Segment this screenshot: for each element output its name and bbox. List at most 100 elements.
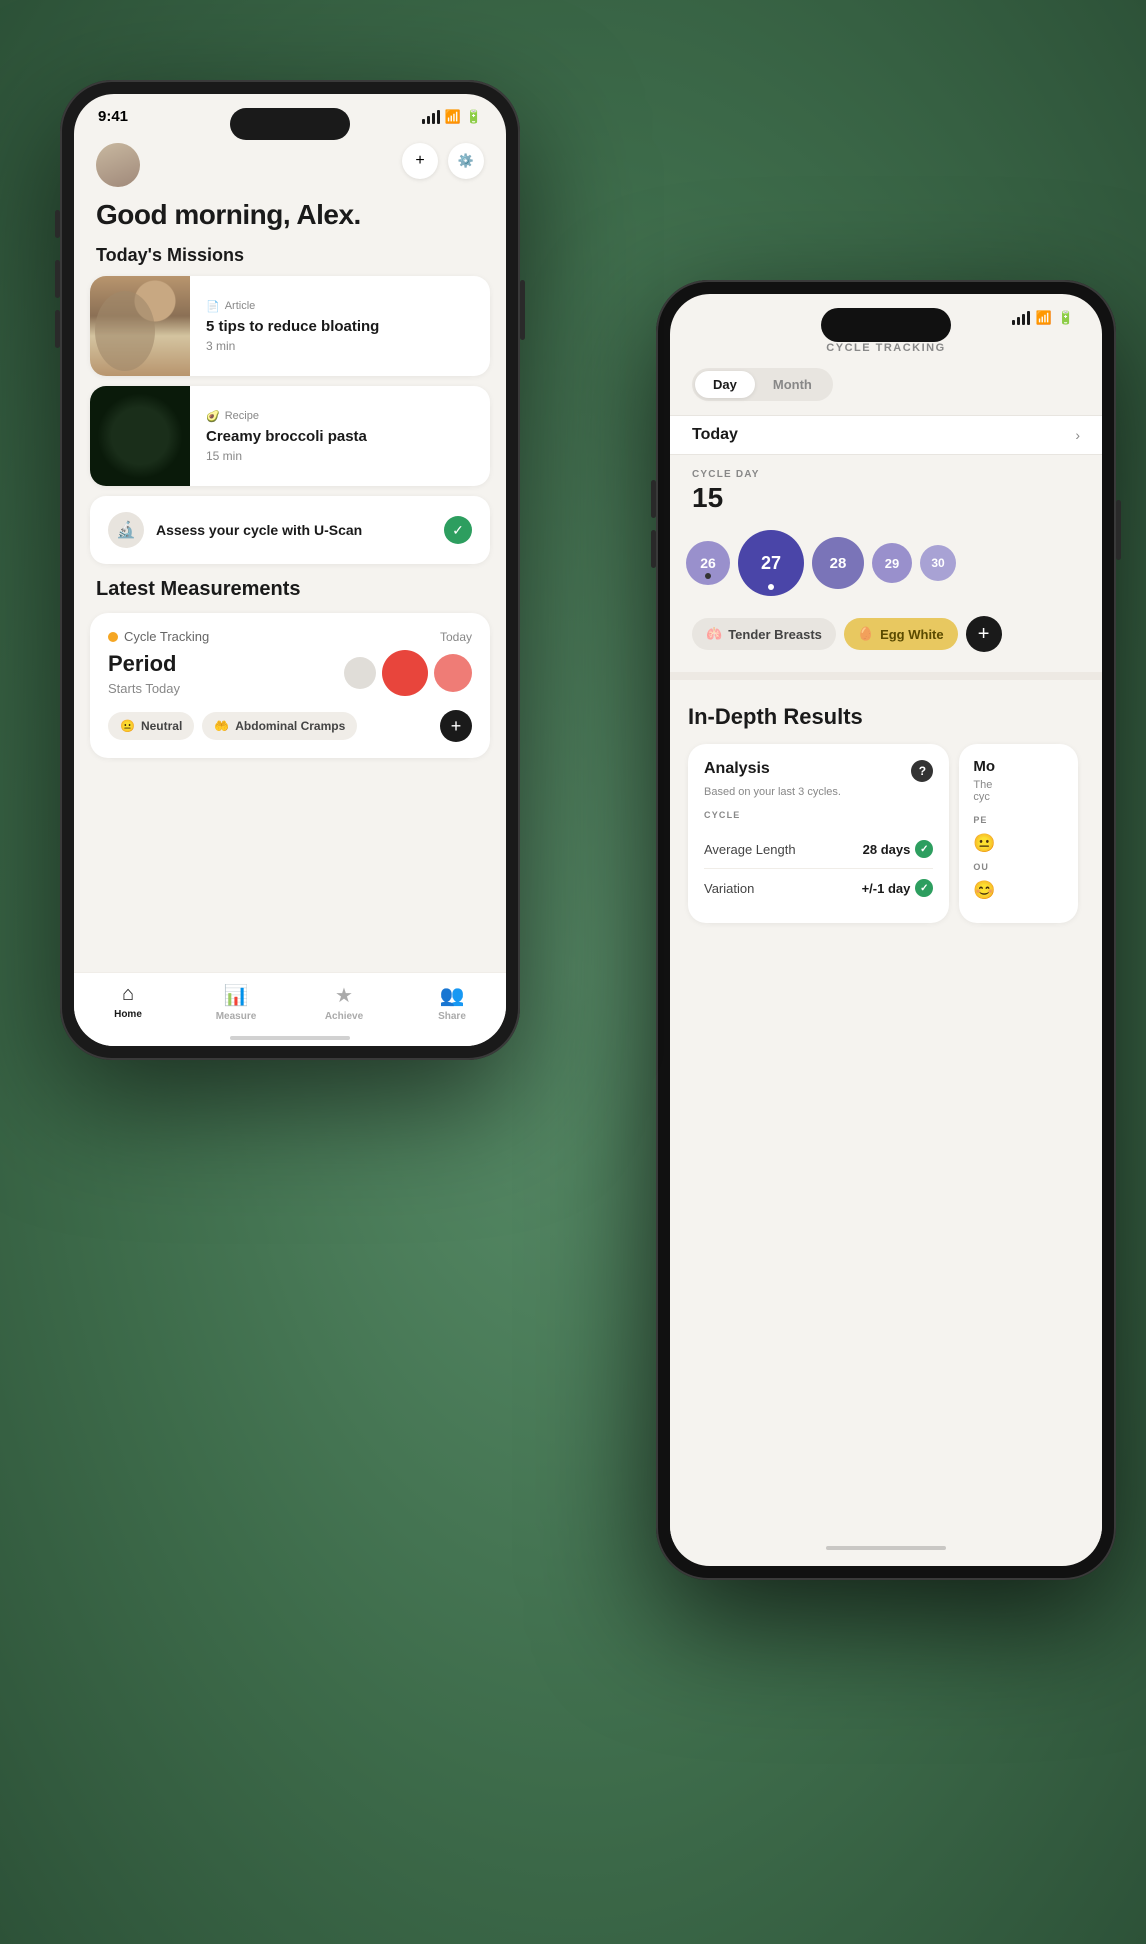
avg-length-check: ✓ (915, 840, 933, 858)
period-row: Period Starts Today (108, 650, 472, 696)
article-title: 5 tips to reduce bloating (206, 318, 379, 335)
ou-label: OU (973, 862, 1064, 872)
avg-length-value: 28 days ✓ (863, 840, 934, 858)
calendar-row: 26 27 28 29 30 (670, 524, 1102, 612)
mission-card-article[interactable]: 📄 Article 5 tips to reduce bloating 3 mi… (90, 276, 490, 376)
phone-2: 📶 🔋 CYCLE TRACKING Day Month Today › (656, 280, 1116, 1580)
results-title: In-Depth Results (688, 704, 1084, 730)
cal-dot-30-num: 30 (931, 556, 944, 570)
mission-info-article: 📄 Article 5 tips to reduce bloating 3 mi… (190, 276, 395, 376)
today-row[interactable]: Today › (670, 415, 1102, 455)
nav-measure[interactable]: 📊 Measure (182, 983, 290, 1022)
period-label-col: Period Starts Today (108, 651, 180, 696)
cramps-label: Abdominal Cramps (235, 719, 345, 733)
p2-wifi-icon: 📶 (1036, 310, 1052, 326)
day-month-toggle: Day Month (692, 368, 833, 401)
cal-dot-30[interactable]: 30 (920, 545, 956, 581)
uscan-card[interactable]: 🔬 Assess your cycle with U-Scan ✓ (90, 496, 490, 564)
side-card-title: Mo (973, 758, 1064, 775)
wifi-icon: 📶 (445, 109, 461, 125)
symptom-neutral[interactable]: 😐 Neutral (108, 712, 194, 740)
measurement-card[interactable]: Cycle Tracking Today Period Starts Today (90, 613, 490, 758)
bottom-nav: ⌂ Home 📊 Measure ★ Achieve 👥 Share (74, 972, 506, 1046)
phone2-power[interactable] (1116, 500, 1121, 560)
period-dots (344, 650, 472, 696)
nav-share[interactable]: 👥 Share (398, 983, 506, 1022)
avg-length-num: 28 days (863, 842, 911, 857)
period-label: Period (108, 651, 180, 677)
avatar[interactable] (96, 143, 140, 187)
phone-1-screen: 9:41 📶 🔋 + (74, 94, 506, 1046)
mute-btn[interactable] (55, 210, 60, 238)
day-toggle-btn[interactable]: Day (695, 371, 755, 398)
symptom-egg-white[interactable]: 🥚 Egg White (844, 618, 958, 650)
variation-label: Variation (704, 881, 754, 896)
nav-home[interactable]: ⌂ Home (74, 983, 182, 1022)
section-divider (670, 672, 1102, 680)
p2-signal-icon (1012, 311, 1030, 325)
period-dot-gray (344, 657, 376, 689)
results-section: In-Depth Results Analysis ? Based on you… (670, 684, 1102, 1542)
recipe-type-label: 🥑 Recipe (206, 410, 367, 423)
signal-icon (422, 110, 440, 124)
achieve-icon: ★ (335, 983, 353, 1008)
symptom-tender-breasts[interactable]: 🫁 Tender Breasts (692, 618, 836, 650)
today-text: Today (692, 426, 738, 444)
home-icon: ⌂ (122, 983, 134, 1006)
cycle-tracking-label: Cycle Tracking (108, 629, 209, 644)
uscan-check: ✓ (444, 516, 472, 544)
p2-status-icons: 📶 🔋 (1012, 310, 1074, 326)
achieve-label: Achieve (325, 1011, 363, 1022)
chevron-right-icon: › (1075, 427, 1080, 443)
status-icons: 📶 🔋 (422, 109, 482, 125)
greeting-text: Good morning, Alex. (74, 187, 506, 239)
orange-dot (108, 632, 118, 642)
add-symptom-btn[interactable]: + (440, 710, 472, 742)
cal-dot-28[interactable]: 28 (812, 537, 864, 589)
today-link[interactable]: Today (440, 630, 472, 644)
nav-achieve[interactable]: ★ Achieve (290, 983, 398, 1022)
recipe-title: Creamy broccoli pasta (206, 428, 367, 445)
vol-down-btn[interactable] (55, 310, 60, 348)
status-time: 9:41 (98, 108, 128, 125)
cycle-day-section: CYCLE DAY 15 (670, 455, 1102, 524)
results-cards-row: Analysis ? Based on your last 3 cycles. … (688, 744, 1084, 923)
vol-up-btn[interactable] (55, 260, 60, 298)
period-dot-red-small (434, 654, 472, 692)
ou-icon-1: 😊 (973, 880, 995, 900)
app-header: + ⚙️ (74, 133, 506, 187)
mission-card-recipe[interactable]: 🥑 Recipe Creamy broccoli pasta 15 min (90, 386, 490, 486)
cal-dot-26[interactable]: 26 (686, 541, 730, 585)
recipe-duration: 15 min (206, 449, 367, 463)
starts-today-text: Starts Today (108, 681, 180, 696)
mission-type-label: 📄 Article (206, 300, 379, 313)
add-symptom-btn-2[interactable]: + (966, 616, 1002, 652)
uscan-icon: 🔬 (108, 512, 144, 548)
symptom-cramps[interactable]: 🤲 Abdominal Cramps (202, 712, 357, 740)
stat-row-avg-length: Average Length 28 days ✓ (704, 830, 933, 869)
phone2-vol-up[interactable] (651, 480, 656, 518)
cal-dot-29[interactable]: 29 (872, 543, 912, 583)
cal-dot-28-num: 28 (830, 555, 847, 572)
analysis-title: Analysis (704, 760, 770, 778)
analysis-card: Analysis ? Based on your last 3 cycles. … (688, 744, 949, 923)
variation-num: +/-1 day (862, 881, 911, 896)
symptom-pills-row: 🫁 Tender Breasts 🥚 Egg White + (670, 612, 1102, 668)
uscan-text: Assess your cycle with U-Scan (156, 522, 362, 538)
neutral-label: Neutral (141, 719, 182, 733)
question-btn[interactable]: ? (911, 760, 933, 782)
dynamic-island-1 (230, 108, 350, 140)
phone2-vol-down[interactable] (651, 530, 656, 568)
measure-label: Measure (216, 1011, 257, 1022)
settings-button[interactable]: ⚙️ (448, 143, 484, 179)
phone-1: 9:41 📶 🔋 + (60, 80, 520, 1060)
period-dot-red-large (382, 650, 428, 696)
power-btn[interactable] (520, 280, 525, 340)
cal-dot-27-num: 27 (761, 553, 781, 574)
cal-dot-27[interactable]: 27 (738, 530, 804, 596)
add-button[interactable]: + (402, 143, 438, 179)
cycle-tracking-text: Cycle Tracking (124, 629, 209, 644)
month-toggle-btn[interactable]: Month (755, 371, 830, 398)
missions-title: Today's Missions (74, 239, 506, 276)
cal-dot-26-num: 26 (700, 555, 716, 571)
